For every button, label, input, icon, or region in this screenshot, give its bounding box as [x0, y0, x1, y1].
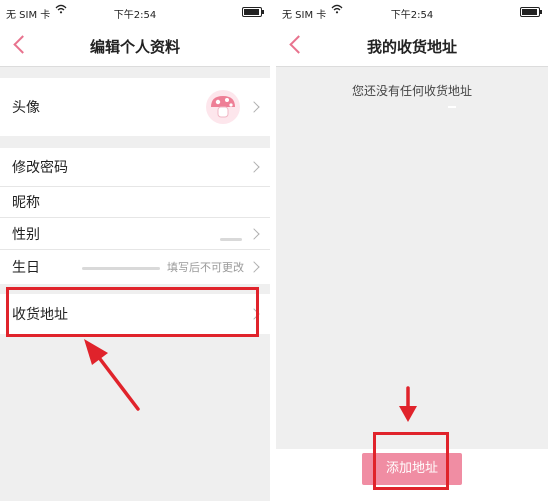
- status-bar: 无 SIM 卡 下午2:54: [276, 0, 548, 22]
- nickname-row[interactable]: 昵称: [0, 187, 270, 217]
- back-button[interactable]: [6, 30, 34, 58]
- page-title: 编辑个人资料: [89, 38, 180, 56]
- my-address-screen: 无 SIM 卡 下午2:54 我的收货地址 您还没有任何收货地址 添加地址: [276, 0, 548, 501]
- nickname-label: 昵称: [12, 195, 40, 211]
- avatar: [206, 90, 240, 124]
- gender-row[interactable]: 性别: [0, 218, 270, 249]
- nav-bar: 编辑个人资料: [0, 22, 270, 67]
- gender-value-blurred: [220, 238, 242, 241]
- back-button[interactable]: [282, 30, 310, 58]
- birthday-row[interactable]: 生日 填写后不可更改: [0, 250, 270, 284]
- chevron-left-icon: [289, 35, 308, 54]
- chevron-right-icon: [248, 261, 260, 273]
- arrow-down-icon: [399, 386, 417, 422]
- avatar-label: 头像: [12, 100, 40, 116]
- highlight-box: [6, 287, 259, 337]
- password-label: 修改密码: [12, 160, 68, 176]
- status-bar: 无 SIM 卡 下午2:54: [0, 0, 270, 22]
- chevron-right-icon: [248, 161, 260, 173]
- chevron-right-icon: [248, 227, 260, 240]
- edit-profile-screen: 无 SIM 卡 下午2:54 编辑个人资料 头像 修改密码 昵称 性别 生日 填…: [0, 0, 270, 501]
- gender-label: 性别: [12, 226, 40, 243]
- clock-text: 下午2:54: [390, 10, 434, 21]
- empty-state-text: 您还没有任何收货地址: [351, 84, 472, 98]
- birthday-hint: 填写后不可更改: [167, 261, 244, 274]
- battery-icon: [520, 7, 542, 17]
- arrow-up-left-icon: [84, 339, 140, 411]
- avatar-row[interactable]: 头像: [0, 78, 270, 136]
- cursor-mark: [448, 106, 456, 108]
- birthday-value-blurred: [82, 267, 160, 270]
- chevron-left-icon: [13, 35, 32, 54]
- change-password-row[interactable]: 修改密码: [0, 148, 270, 186]
- clock-text: 下午2:54: [113, 10, 157, 21]
- nav-bar: 我的收货地址: [276, 22, 548, 67]
- highlight-box: [373, 432, 449, 490]
- battery-icon: [242, 7, 264, 17]
- birthday-label: 生日: [12, 260, 40, 276]
- chevron-right-icon: [248, 101, 260, 113]
- page-title: 我的收货地址: [366, 38, 457, 56]
